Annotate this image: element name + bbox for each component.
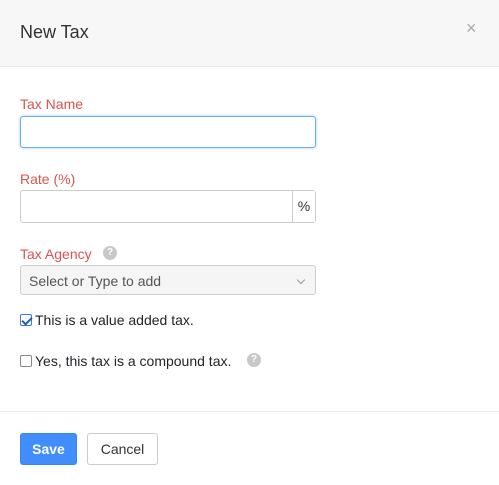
percent-addon: % [292,191,315,222]
tax-name-label: Tax Name [20,96,84,112]
dialog-title: New Tax [20,22,89,42]
new-tax-dialog: New Tax × Tax Name Rate (%) % Tax Agency… [0,0,499,485]
value-added-tax-option[interactable]: This is a value added tax. [20,312,194,328]
compound-tax-option[interactable]: Yes, this tax is a compound tax. [20,353,231,369]
rate-field-group: % [20,190,316,223]
tax-name-input[interactable] [20,116,316,148]
rate-label: Rate (%) [20,171,76,187]
value-added-tax-label: This is a value added tax. [35,312,194,328]
value-added-tax-checkbox[interactable] [20,314,32,326]
rate-input[interactable] [21,191,293,222]
tax-agency-label: Tax Agency [20,246,92,262]
chevron-down-icon [296,275,306,285]
dialog-header: New Tax × [0,0,499,67]
compound-tax-checkbox[interactable] [20,355,32,367]
tax-agency-select[interactable]: Select or Type to add [20,265,316,295]
cancel-button[interactable]: Cancel [87,433,158,465]
tax-agency-selected-value: Select or Type to add [29,273,162,289]
compound-tax-label: Yes, this tax is a compound tax. [35,353,232,369]
save-button[interactable]: Save [20,433,77,465]
close-icon[interactable]: × [466,18,477,38]
help-icon[interactable]: ? [247,353,261,367]
help-icon[interactable]: ? [103,246,117,260]
footer-divider [0,411,499,412]
